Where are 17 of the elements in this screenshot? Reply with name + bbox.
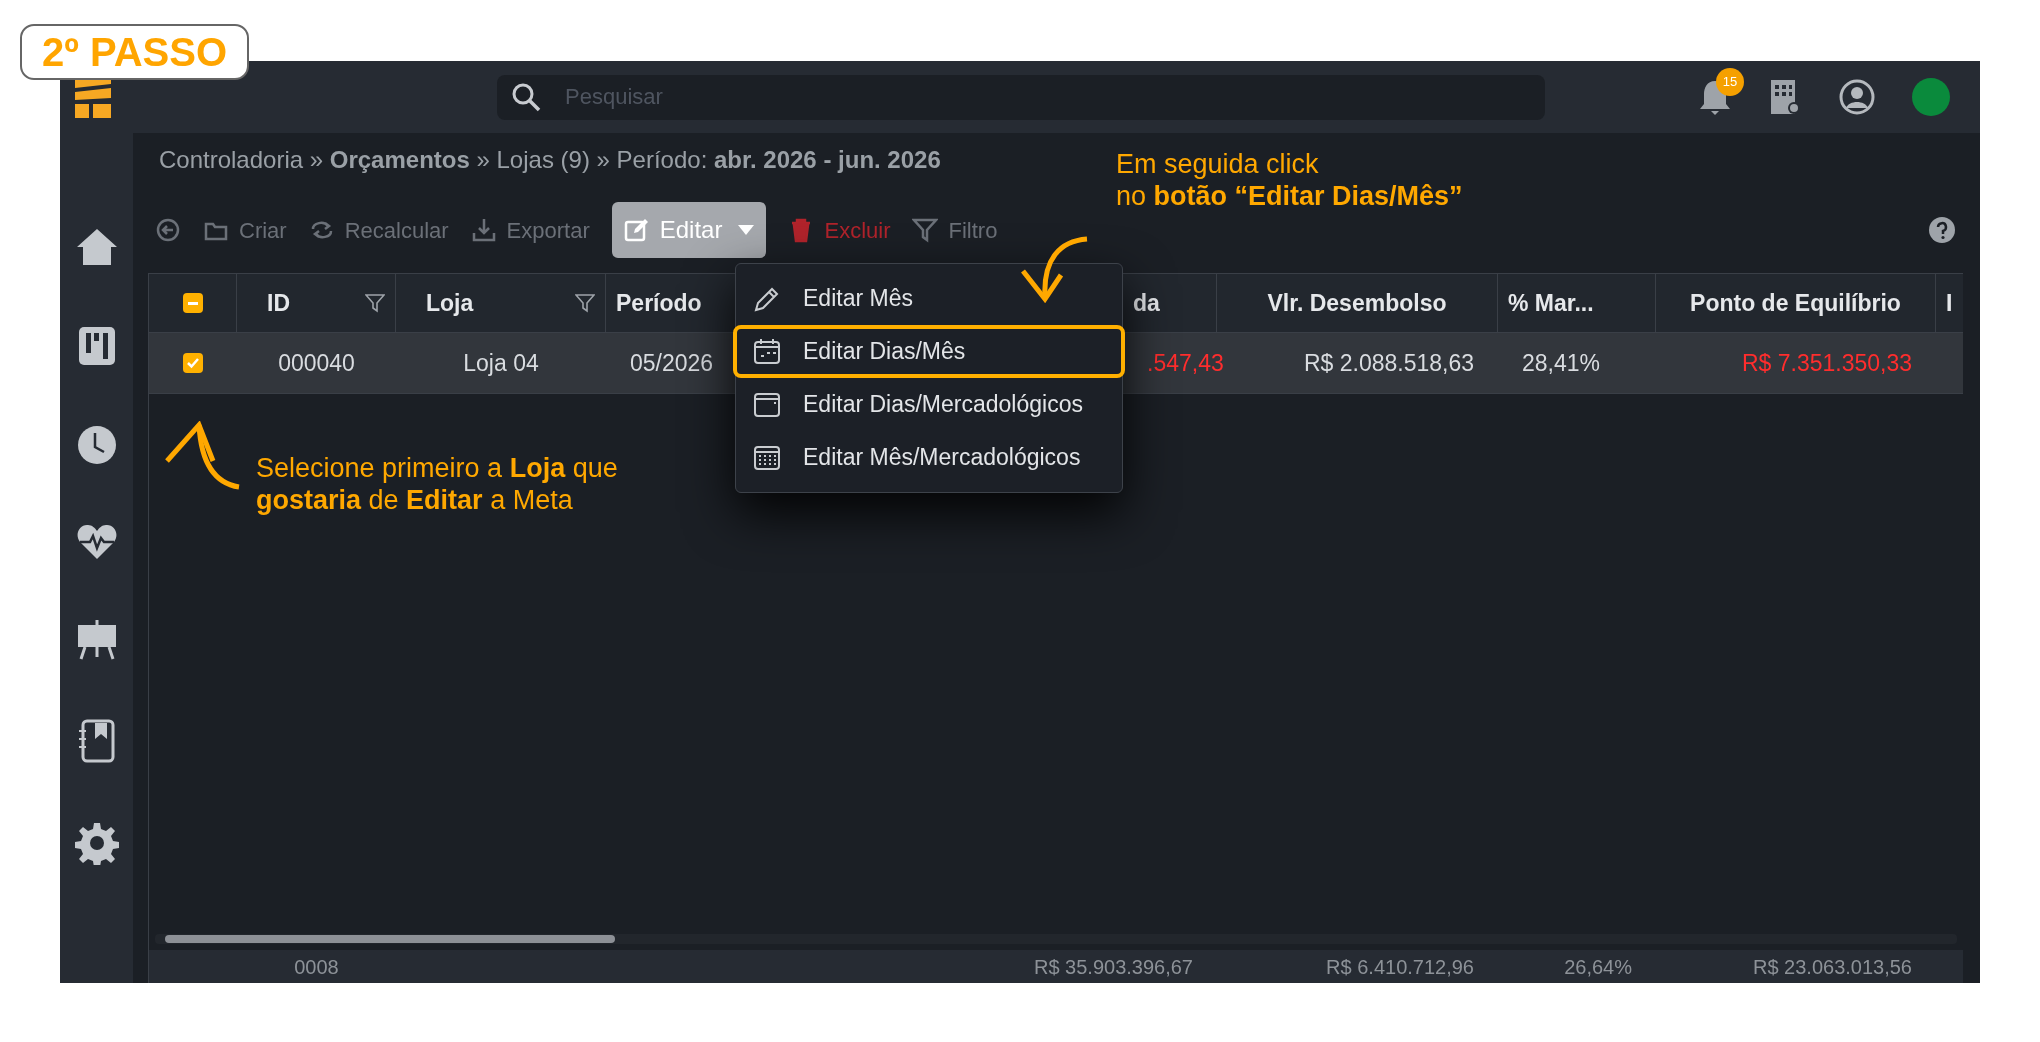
total-value: R$ 6.410.712,96 (1326, 954, 1474, 980)
total-value: R$ 35.903.396,67 (1033, 954, 1193, 980)
table-cell-text: Loja 04 (463, 348, 539, 378)
total-value: R$ 23.063.013,56 (1752, 954, 1912, 980)
table-cell-text: 000040 (278, 348, 355, 378)
table-cell-text: 28,41% (1522, 348, 1600, 378)
step-badge: 2º PASSO (20, 24, 250, 80)
table-cell-text: 05/2026 (630, 348, 714, 378)
total-value: 26,64% (1564, 954, 1632, 980)
row-count: 0008 (294, 954, 339, 980)
table-cell-text: R$ 7.351.350,33 (1741, 348, 1912, 378)
notification-count: 15 (1716, 68, 1744, 96)
table-cell-text: .547,43 (1147, 348, 1224, 378)
annotation-text: Selecione primeiro a Loja que gostaria de Editar a Meta (256, 452, 618, 516)
annotation-text: Em seguida click no botão “Editar Dias/Mês” (1116, 148, 1463, 212)
breadcrumb: Controladoria » Orçamentos » Lojas (9) » Período: abr. 2026 - jun. 2026 (159, 145, 941, 175)
table-cell-text: R$ 2.088.518,63 (1303, 348, 1474, 378)
